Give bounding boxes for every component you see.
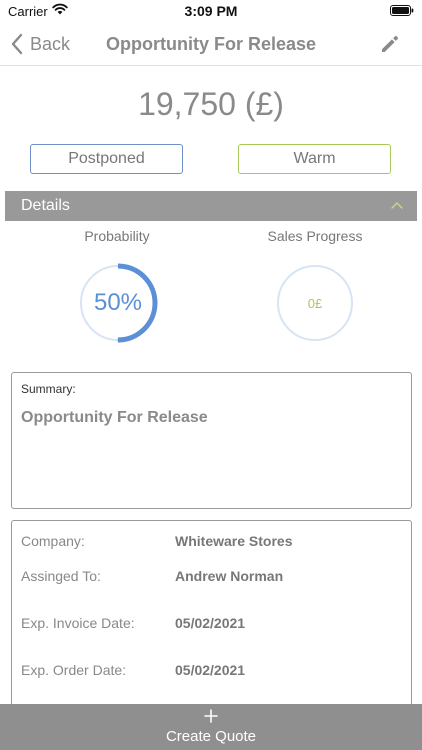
probability-label: Probability (84, 228, 150, 244)
navigation-bar: Back Opportunity For Release (0, 24, 422, 66)
order-date-label: Exp. Order Date: (21, 662, 127, 678)
order-date-value: 05/02/2021 (175, 662, 246, 678)
company-value: Whiteware Stores (175, 533, 293, 549)
chevron-up-icon (391, 202, 403, 209)
details-section-header[interactable]: Details (5, 191, 417, 221)
battery-icon (390, 5, 414, 16)
create-quote-label: Create Quote (165, 728, 257, 745)
summary-box[interactable]: Summary: Opportunity For Release (11, 372, 412, 509)
status-bar: Carrier 3:09 PM (0, 0, 422, 24)
opportunity-amount: 19,750 (£) (138, 86, 284, 122)
sales-progress-ring: 0£ (275, 263, 355, 343)
probability-ring: 50% (78, 263, 158, 343)
invoice-date-value: 05/02/2021 (175, 615, 246, 631)
sales-progress-value: 0£ (307, 295, 323, 311)
summary-text: Opportunity For Release (21, 409, 208, 426)
stage-chip[interactable]: Postponed (30, 144, 183, 174)
invoice-date-row: Exp. Invoice Date: 05/02/2021 (21, 615, 401, 635)
summary-label: Summary: (21, 382, 76, 396)
probability-value: 50% (93, 289, 143, 316)
assigned-to-label: Assinged To: (21, 568, 101, 584)
assigned-to-value: Andrew Norman (175, 568, 284, 584)
status-time: 3:09 PM (184, 3, 238, 19)
opportunity-info-box: Company: Whiteware Stores Assinged To: A… (11, 520, 412, 720)
plus-icon (204, 709, 218, 723)
temperature-chip[interactable]: Warm (238, 144, 391, 174)
invoice-date-label: Exp. Invoice Date: (21, 615, 135, 631)
details-title: Details (21, 197, 70, 214)
page-title: Opportunity For Release (105, 34, 317, 54)
company-label: Company: (21, 533, 85, 549)
order-date-row: Exp. Order Date: 05/02/2021 (21, 662, 401, 682)
create-quote-button[interactable]: Create Quote (0, 704, 422, 750)
pencil-icon[interactable] (378, 32, 402, 56)
sales-progress-label: Sales Progress (267, 228, 363, 244)
company-row: Company: Whiteware Stores (21, 533, 401, 553)
assigned-to-row: Assinged To: Andrew Norman (21, 568, 401, 588)
